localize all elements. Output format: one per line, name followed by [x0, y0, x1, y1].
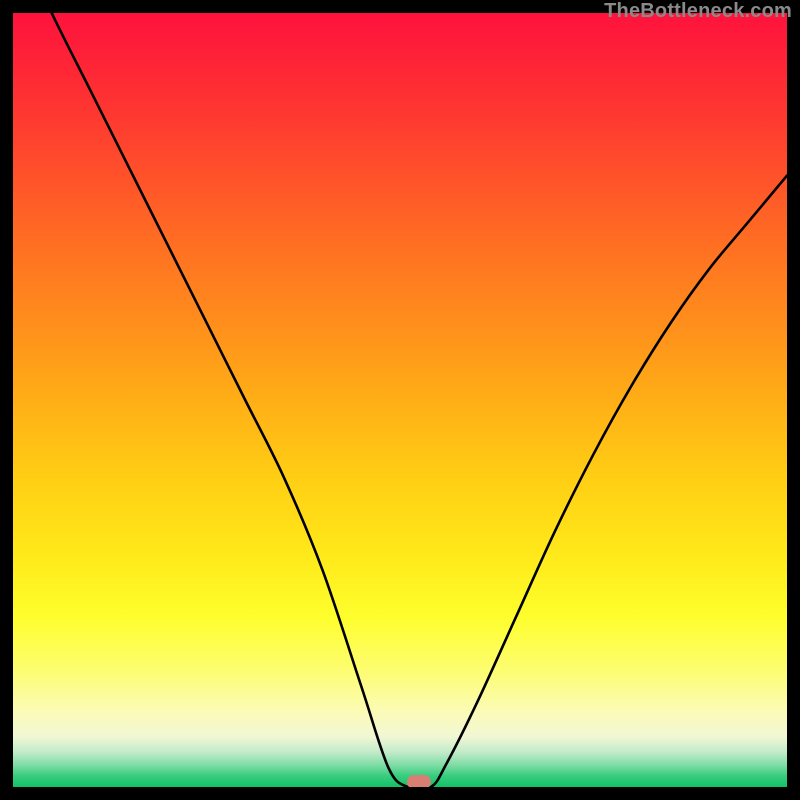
- bottleneck-curve: [13, 13, 787, 787]
- chart-stage: TheBottleneck.com: [0, 0, 800, 800]
- optimal-point-marker: [407, 775, 431, 787]
- watermark-text: TheBottleneck.com: [604, 0, 792, 23]
- plot-area: [13, 13, 787, 787]
